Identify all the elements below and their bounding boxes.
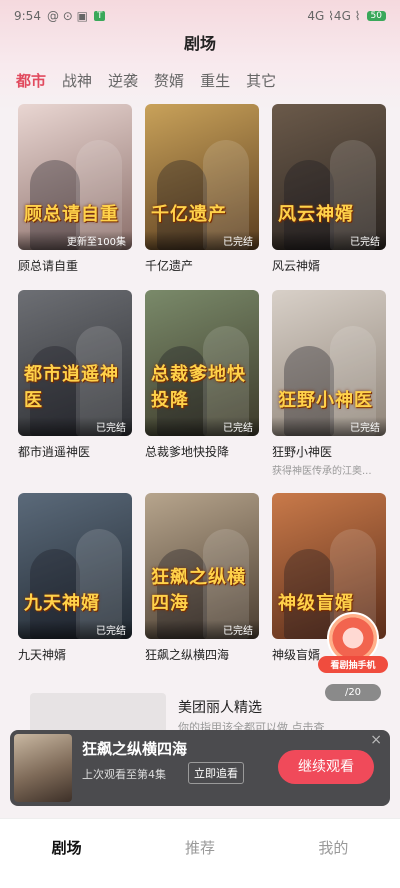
drama-poster: 顾总请自重更新至100集 — [18, 104, 132, 250]
resume-thumbnail — [14, 734, 72, 802]
drama-card[interactable]: 总裁爹地快投降 已完结 总裁爹地快投降 — [145, 290, 259, 477]
drama-title: 狂野小神医 — [272, 445, 333, 459]
episode-status: 已完结 — [145, 620, 259, 639]
drama-poster: 千亿遗产已完结 — [145, 104, 259, 250]
signal-icon: 4G ⌇4G ⌇ — [307, 9, 361, 23]
drama-title: 风云神婿 — [272, 259, 321, 273]
drama-card[interactable]: 狂飙之纵横四海 已完结 狂飙之纵横四海 — [145, 493, 259, 663]
drama-card[interactable]: 狂野小神医 已完结 狂野小神医 获得神医传承的江奥... — [272, 290, 386, 477]
status-bar: 9:54 @ ⊙ ▣ T 4G ⌇4G ⌇ 50 — [0, 0, 400, 32]
status-time: 9:54 — [14, 9, 41, 23]
drama-card[interactable]: 九天神婿 已完结 九天神婿 — [18, 493, 132, 663]
drama-poster: 狂飙之纵横四海已完结 — [145, 493, 259, 639]
episode-status: 已完结 — [272, 231, 386, 250]
poster-title-art: 狂飙之纵横四海 — [151, 567, 246, 614]
tab-0[interactable]: 都市 — [16, 70, 46, 91]
drama-poster: 九天神婿已完结 — [18, 493, 132, 639]
poster-title-art: 总裁爹地快投降 — [151, 364, 246, 411]
drama-card[interactable]: 都市逍遥神医 已完结 都市逍遥神医 — [18, 290, 132, 477]
ad-title: 美团丽人精选 — [178, 700, 262, 716]
drama-title: 九天神婿 — [18, 648, 67, 662]
episode-status: 已完结 — [18, 417, 132, 436]
drama-title: 都市逍遥神医 — [18, 445, 91, 459]
poster-title-art: 都市逍遥神医 — [24, 364, 119, 411]
page-title: 剧场 — [183, 34, 216, 53]
close-icon[interactable]: × — [370, 732, 382, 748]
drama-card[interactable]: 风云神婿 已完结 风云神婿 — [272, 104, 386, 274]
lottery-widget[interactable]: 看剧抽手机 — [318, 612, 388, 682]
drama-card[interactable]: 顾总请自重 更新至100集 顾总请自重 — [18, 104, 132, 274]
poster-title-art: 风云神婿 — [278, 204, 354, 225]
drama-grid: 顾总请自重 更新至100集 顾总请自重 千亿遗产 已完结 千亿遗产 风云神婿 已完结 风云神婿都… — [18, 104, 386, 663]
continue-watching-button[interactable]: 继续观看 — [278, 750, 374, 784]
battery-icon: 50 — [366, 11, 386, 21]
drama-title: 总裁爹地快投降 — [145, 445, 230, 459]
tab-5[interactable]: 其它 — [246, 70, 276, 91]
category-tabs: 都市 战神 逆袭 赘婿 重生 其它 — [16, 70, 276, 91]
drama-title: 狂飙之纵横四海 — [145, 648, 230, 662]
episode-status: 已完结 — [18, 620, 132, 639]
resume-title: 狂飙之纵横四海 — [82, 740, 188, 758]
drama-poster: 总裁爹地快投降已完结 — [145, 290, 259, 436]
poster-title-art: 九天神婿 — [24, 593, 100, 614]
drama-poster: 都市逍遥神医已完结 — [18, 290, 132, 436]
tab-4[interactable]: 重生 — [200, 70, 230, 91]
episode-status: 已完结 — [272, 417, 386, 436]
nav-item-2[interactable]: 我的 — [318, 837, 348, 858]
drama-synopsis: 获得神医传承的江奥... — [272, 466, 372, 477]
nav-item-1[interactable]: 推荐 — [185, 837, 215, 858]
poster-title-art: 千亿遗产 — [151, 204, 227, 225]
drama-card[interactable]: 千亿遗产 已完结 千亿遗产 — [145, 104, 259, 274]
poster-title-art: 狂野小神医 — [278, 390, 373, 411]
episode-status: 已完结 — [145, 417, 259, 436]
resume-progress: 上次观看至第4集 — [82, 768, 166, 781]
follow-button[interactable]: 立即追看 — [188, 762, 244, 784]
bottom-nav: 剧场 推荐 我的 — [0, 818, 400, 888]
drama-title: 千亿遗产 — [145, 259, 194, 273]
status-app-badge: T — [93, 11, 106, 21]
nav-item-0[interactable]: 剧场 — [52, 837, 82, 858]
drama-poster: 风云神婿已完结 — [272, 104, 386, 250]
drama-poster: 狂野小神医已完结 — [272, 290, 386, 436]
status-notification-icons: @ ⊙ ▣ — [46, 9, 88, 23]
page-counter: /20 — [325, 684, 381, 701]
episode-status: 更新至100集 — [18, 231, 132, 250]
drama-title: 顾总请自重 — [18, 259, 79, 273]
tab-2[interactable]: 逆袭 — [108, 70, 138, 91]
lottery-label: 看剧抽手机 — [318, 656, 388, 673]
tab-3[interactable]: 赘婿 — [154, 70, 184, 91]
continue-watching-bar[interactable]: 狂飙之纵横四海 上次观看至第4集 立即追看 继续观看 × — [10, 730, 390, 806]
poster-title-art: 顾总请自重 — [24, 204, 119, 225]
tab-1[interactable]: 战神 — [62, 70, 92, 91]
episode-status: 已完结 — [145, 231, 259, 250]
